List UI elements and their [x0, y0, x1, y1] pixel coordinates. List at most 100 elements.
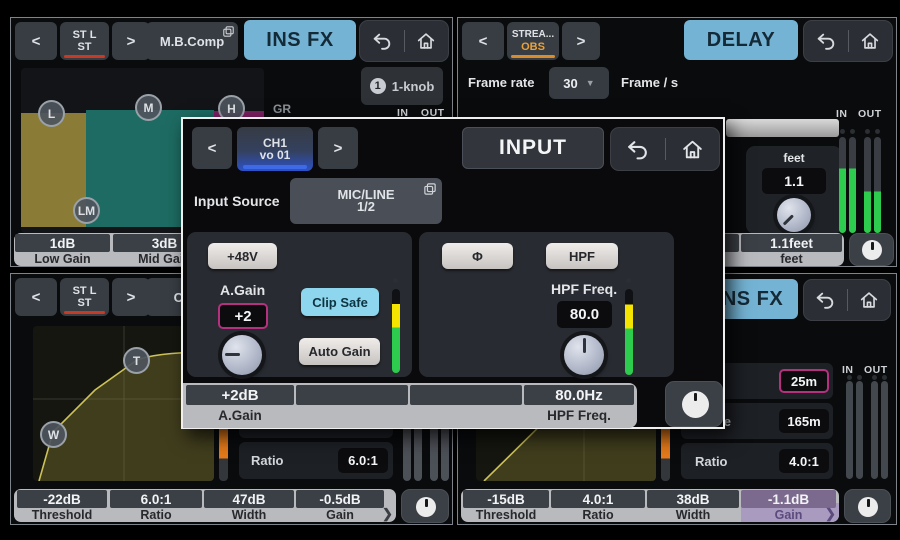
next-channel-button[interactable]: >	[112, 22, 150, 60]
frame-unit-label: Frame / s	[621, 75, 678, 90]
ratio-value[interactable]: 4.0:1	[779, 449, 829, 473]
prev-channel-button[interactable]: <	[462, 22, 504, 60]
copy-icon	[424, 183, 436, 195]
frame-rate-dropdown[interactable]: 30 ▼	[549, 67, 609, 99]
param-row-ratio: Ratio 6.0:1	[239, 442, 393, 479]
delay-time-slider[interactable]	[726, 119, 839, 137]
param-footer: +2dB 80.0Hz A.Gain HPF Freq.	[183, 383, 637, 428]
footer-cell-width[interactable]: 47dB	[204, 490, 294, 508]
param-row-ratio: Ratio 4.0:1	[681, 443, 833, 479]
undo-icon[interactable]	[814, 289, 836, 311]
again-value[interactable]: +2	[218, 303, 268, 329]
knob-icon	[858, 497, 878, 517]
again-label: A.Gain	[220, 282, 265, 298]
footer-cell-gain-selected[interactable]: -1.1dB	[741, 490, 836, 508]
param-value-selected[interactable]: 25m	[779, 369, 829, 393]
footer-cell-again[interactable]: +2dB	[186, 385, 294, 405]
ratio-value[interactable]: 6.0:1	[338, 448, 388, 473]
next-channel-button[interactable]: >	[318, 127, 358, 169]
tab-ins-fx[interactable]: INS FX	[244, 20, 356, 60]
input-source-button[interactable]: MIC/LINE 1/2	[290, 178, 442, 224]
footer-cell-low-gain[interactable]: 1dB	[15, 234, 110, 252]
footer-cell-2[interactable]	[296, 385, 408, 405]
prev-channel-button[interactable]: <	[192, 127, 232, 169]
again-knob[interactable]	[222, 335, 262, 375]
header-nav-group	[359, 20, 449, 62]
channel-color-bar	[243, 165, 307, 169]
out-meter-l	[864, 137, 871, 233]
divider	[847, 289, 848, 311]
footer-cell-3[interactable]	[410, 385, 522, 405]
home-icon[interactable]	[415, 30, 437, 52]
footer-cell-feet[interactable]: 1.1feet	[741, 234, 842, 252]
prev-channel-button[interactable]: <	[15, 278, 57, 316]
analog-section: +48V A.Gain +2 Clip Safe Auto Gain	[187, 232, 412, 377]
next-channel-button[interactable]: >	[562, 22, 600, 60]
next-chevron-icon: >	[127, 289, 136, 306]
phantom-48v-button[interactable]: +48V	[208, 243, 277, 269]
touch-knob-button[interactable]	[849, 233, 894, 266]
frame-rate-label: Frame rate	[468, 75, 534, 90]
width-handle[interactable]: W	[40, 421, 67, 448]
touch-knob-button[interactable]	[844, 489, 891, 523]
threshold-handle[interactable]: T	[123, 347, 150, 374]
mixer-screen: < ST L ST > M.B.Comp INS FX L M H LM	[0, 0, 900, 540]
out-meter-r	[874, 137, 881, 233]
footer-cell-hpf[interactable]: 80.0Hz	[524, 385, 634, 405]
next-channel-button[interactable]: >	[112, 278, 150, 316]
divider	[404, 30, 405, 52]
undo-icon[interactable]	[371, 30, 393, 52]
undo-icon[interactable]	[815, 30, 837, 52]
home-icon[interactable]	[680, 137, 705, 162]
touch-knob-button[interactable]	[665, 381, 723, 427]
lowmid-band-handle[interactable]: LM	[73, 197, 100, 224]
footer-cell-ratio[interactable]: 4.0:1	[551, 490, 645, 508]
home-icon[interactable]	[858, 289, 880, 311]
one-knob-button[interactable]: 1 1-knob	[361, 67, 443, 105]
tab-delay[interactable]: DELAY	[684, 20, 798, 60]
feet-label: feet	[746, 151, 842, 165]
channel-color-bar	[64, 311, 105, 314]
in-meter-l	[839, 137, 846, 233]
hpf-button[interactable]: HPF	[546, 243, 618, 269]
in-meter-r	[849, 137, 856, 233]
filter-section: Φ HPF HPF Freq. 80.0	[419, 232, 674, 377]
touch-knob-button[interactable]	[401, 489, 449, 523]
one-knob-icon: 1	[370, 78, 386, 94]
channel-color-bar	[511, 55, 555, 58]
undo-icon[interactable]	[625, 137, 650, 162]
back-chevron-icon: <	[32, 33, 41, 50]
footer-cell-ratio[interactable]: 6.0:1	[110, 490, 202, 508]
footer-cell-threshold[interactable]: -15dB	[463, 490, 549, 508]
footer-cell-width[interactable]: 38dB	[647, 490, 739, 508]
mid-band-handle[interactable]: M	[135, 94, 162, 121]
effect-name-button[interactable]: M.B.Comp	[146, 22, 238, 60]
channel-select-button[interactable]: ST L ST	[60, 22, 109, 60]
next-chevron-icon: >	[127, 33, 136, 50]
dialog-title[interactable]: INPUT	[462, 127, 604, 169]
input-source-label: Input Source	[194, 193, 280, 209]
low-band-handle[interactable]: L	[38, 100, 65, 127]
phase-button[interactable]: Φ	[442, 243, 513, 269]
footer-cell-threshold[interactable]: -22dB	[17, 490, 107, 508]
in-label: IN	[836, 108, 848, 120]
hpf-freq-label: HPF Freq.	[551, 281, 617, 297]
channel-select-button[interactable]: CH1 vo 01	[237, 127, 313, 171]
input-level-meter	[625, 289, 633, 375]
prev-channel-button[interactable]: <	[15, 22, 57, 60]
param-footer: 1.1feet feet	[704, 233, 844, 266]
channel-select-button[interactable]: STREA... OBS	[507, 22, 559, 60]
footer-cell-gain[interactable]: -0.5dB	[296, 490, 384, 508]
header-nav-group	[803, 20, 893, 62]
auto-gain-button[interactable]: Auto Gain	[299, 338, 380, 365]
delay-knob[interactable]	[777, 198, 811, 232]
back-chevron-icon: <	[479, 33, 488, 50]
release-value[interactable]: 165m	[779, 409, 829, 433]
home-icon[interactable]	[859, 30, 881, 52]
clip-safe-button[interactable]: Clip Safe	[301, 288, 379, 316]
hpf-freq-value[interactable]: 80.0	[557, 301, 612, 328]
channel-select-button[interactable]: ST L ST	[60, 278, 109, 316]
param-footer: -15dB 4.0:1 38dB -1.1dB Threshold Ratio …	[461, 489, 839, 522]
hpf-freq-knob[interactable]	[564, 335, 604, 375]
knob-icon	[416, 497, 436, 517]
